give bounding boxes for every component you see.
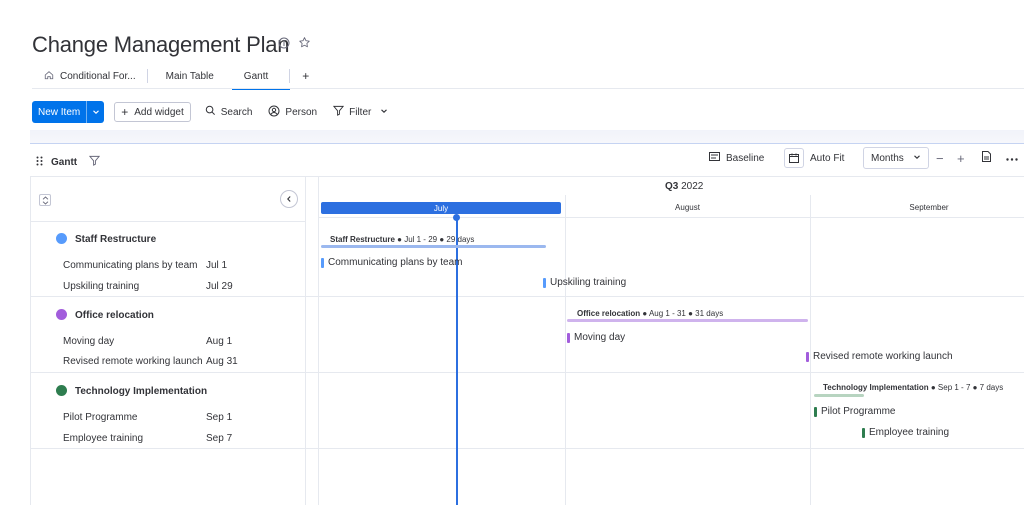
group-summary: Staff Restructure ● Jul 1 - 29 ● 29 days (330, 235, 475, 244)
today-marker (453, 214, 460, 221)
zoom-in-button[interactable]: + (957, 147, 965, 169)
zoom-select[interactable]: Months (863, 147, 929, 169)
item-bar-label: Revised remote working launch (813, 351, 953, 362)
item-bar[interactable] (862, 428, 865, 438)
page-title: Change Management Plan (32, 32, 290, 57)
drag-handle-icon[interactable] (36, 156, 43, 169)
group-name[interactable]: Technology Implementation (75, 386, 207, 397)
person-filter-button[interactable]: Person (268, 105, 317, 120)
month-current: July (321, 202, 561, 214)
chevron-down-icon (913, 153, 921, 164)
info-icon[interactable] (278, 36, 290, 54)
tab-gantt[interactable]: Gantt (231, 64, 291, 90)
tab-main-table[interactable]: Main Table (148, 64, 232, 88)
quarter-year: 2022 (681, 181, 704, 192)
filter-icon (333, 105, 345, 119)
group-name[interactable]: Office relocation (75, 310, 154, 321)
board-toolbar: New Item + Add widget Search Person Filt… (32, 101, 388, 123)
baseline-label: Baseline (726, 152, 765, 164)
new-item-label: New Item (38, 106, 81, 118)
item-date: Sep 1 (206, 412, 233, 423)
quarter-label: Q3 (665, 181, 679, 192)
item-bar[interactable] (806, 352, 809, 362)
plus-icon: + (121, 105, 129, 119)
file-icon (982, 151, 991, 165)
item-bar-label: Upskiling training (550, 277, 627, 288)
tab-label: Gantt (243, 70, 269, 82)
item-name[interactable]: Communicating plans by team (63, 260, 198, 271)
month-label: August (675, 203, 700, 212)
minus-icon: − (936, 150, 944, 166)
search-icon (205, 105, 216, 119)
item-bar[interactable] (814, 407, 817, 417)
item-bar[interactable] (543, 278, 546, 288)
auto-fit-button[interactable]: Auto Fit (784, 147, 844, 169)
item-date: Aug 31 (206, 356, 238, 367)
item-name[interactable]: Revised remote working launch (63, 356, 203, 367)
add-widget-button[interactable]: + Add widget (114, 102, 191, 122)
tab-label: Main Table (165, 70, 214, 82)
more-button[interactable] (1006, 147, 1018, 169)
add-widget-label: Add widget (134, 106, 184, 118)
search-button[interactable]: Search (205, 105, 253, 119)
gantt-widget-header: Gantt (36, 155, 101, 169)
auto-fit-label: Auto Fit (810, 152, 845, 164)
item-bar-label: Moving day (574, 332, 626, 343)
filter-button[interactable]: Filter (333, 105, 388, 119)
group-color-dot (56, 385, 67, 396)
item-bar-label: Communicating plans by team (328, 257, 463, 268)
zoom-value: Months (871, 152, 904, 164)
item-date: Aug 1 (206, 336, 233, 347)
calendar-fit-icon (784, 148, 804, 168)
month-label: September (909, 203, 949, 212)
chevron-left-icon[interactable] (280, 190, 298, 208)
tab-label: Conditional For... (60, 70, 136, 82)
item-date: Sep 7 (206, 433, 233, 444)
zoom-out-button[interactable]: − (936, 147, 944, 169)
collapse-icon[interactable] (39, 194, 51, 206)
item-date: Jul 1 (206, 260, 228, 271)
group-timeline-bar[interactable] (321, 245, 546, 248)
item-date: Jul 29 (206, 281, 233, 292)
item-bar[interactable] (567, 333, 570, 343)
chevron-down-icon[interactable] (380, 107, 388, 118)
view-tabs: Conditional For... Main Table Gantt + (32, 64, 321, 90)
baseline-icon (709, 152, 720, 164)
timeline-quarter: Q3 2022 (665, 181, 703, 192)
plus-icon: + (302, 69, 310, 83)
add-tab-button[interactable]: + (290, 64, 321, 88)
export-button[interactable] (982, 147, 991, 169)
filter-label: Filter (349, 106, 372, 118)
group-color-dot (56, 233, 67, 244)
item-name[interactable]: Upskiling training (63, 281, 139, 292)
chevron-down-icon[interactable] (86, 101, 104, 123)
person-icon (268, 105, 280, 120)
item-bar[interactable] (321, 258, 324, 268)
group-timeline-bar[interactable] (814, 394, 864, 397)
group-summary: Office relocation ● Aug 1 - 31 ● 31 days (577, 309, 724, 318)
group-timeline-bar[interactable] (567, 319, 808, 322)
tab-conditional-formatting[interactable]: Conditional For... (32, 64, 148, 88)
star-icon[interactable] (298, 36, 311, 54)
item-bar-label: Pilot Programme (821, 406, 896, 417)
item-name[interactable]: Pilot Programme (63, 412, 137, 423)
month-label: July (433, 203, 449, 213)
group-summary: Technology Implementation ● Sep 1 - 7 ● … (823, 383, 1004, 392)
person-label: Person (285, 106, 318, 118)
item-name[interactable]: Employee training (63, 433, 143, 444)
more-icon (1006, 153, 1018, 164)
baseline-button[interactable]: Baseline (709, 147, 764, 169)
group-color-dot (56, 309, 67, 320)
item-bar-label: Employee training (869, 427, 950, 438)
gantt-title: Gantt (51, 156, 78, 168)
filter-icon[interactable] (89, 155, 101, 169)
new-item-button[interactable]: New Item (32, 101, 105, 123)
home-icon (44, 70, 54, 83)
group-name[interactable]: Staff Restructure (75, 234, 156, 245)
plus-icon: + (957, 150, 965, 166)
search-label: Search (220, 106, 253, 118)
item-name[interactable]: Moving day (63, 336, 114, 347)
widget-header-band (30, 130, 1024, 144)
